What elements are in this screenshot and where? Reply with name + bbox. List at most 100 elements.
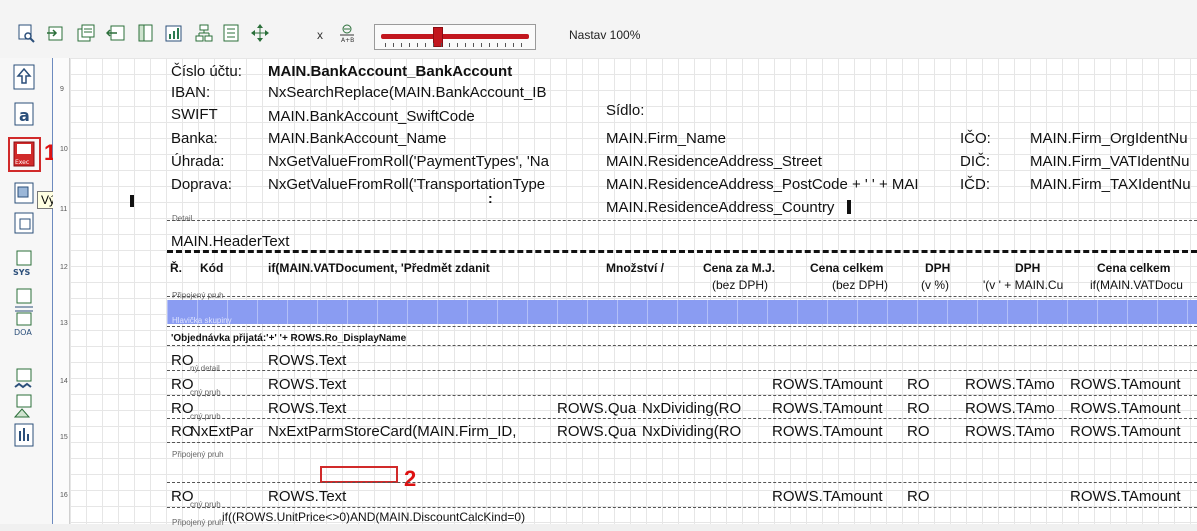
label-banka[interactable]: Banka: [171,130,218,147]
field-bottom-expr[interactable]: if((ROWS.UnitPrice<>0)AND(MAIN.DiscountC… [222,509,525,526]
label-sidlo[interactable]: Sídlo: [606,102,644,119]
field-header-text[interactable]: MAIN.HeaderText [171,233,289,250]
subreport-tool-icon[interactable] [11,208,37,238]
expression-tool-highlight [8,137,41,172]
edit-chart-icon[interactable] [164,22,184,44]
col-dph-pct[interactable]: DPH [925,260,950,277]
col-cena-celkem[interactable]: Cena celkem [810,260,883,277]
report-tree-icon[interactable] [194,22,214,44]
row-amount[interactable]: ROWS.TAmount [772,400,883,417]
row-ro2[interactable]: RO [907,376,930,393]
band-divider [167,395,1197,396]
label-dic[interactable]: DIČ: [960,153,990,170]
col-kod[interactable]: Kód [200,260,223,277]
col-cena-celkem-sub: (bez DPH) [832,278,889,292]
col-cena-za-mj[interactable]: Cena za M.J. [703,260,775,277]
label-icd[interactable]: IČD: [960,176,990,193]
print-preview-icon[interactable] [16,22,36,44]
col-r[interactable]: Ř. [170,260,182,277]
move-icon[interactable] [250,22,270,44]
row-amo[interactable]: ROWS.TAmo [965,400,1055,417]
zoom-slider[interactable] [374,24,536,50]
svg-text:a: a [19,106,30,125]
field-postcode[interactable]: MAIN.ResidenceAddress_PostCode + ' ' + M… [606,176,919,193]
zoom-slider-track [381,34,529,39]
field-country[interactable]: MAIN.ResidenceAddress_Country [606,199,834,216]
col-cena-celkem2[interactable]: Cena celkem [1097,260,1170,277]
zoom-label: Nastav 100% [569,28,641,42]
field-street[interactable]: MAIN.ResidenceAddress_Street [606,153,822,170]
row-amo[interactable]: ROWS.TAmo [965,376,1055,393]
row-ro2[interactable]: RO [907,488,930,505]
callout-2: 2 [404,466,417,491]
import-icon[interactable] [106,22,126,44]
label-doprava[interactable]: Doprava: [171,176,232,193]
field-doprava[interactable]: NxGetValueFromRoll('TransportationType [268,176,545,193]
row-amo[interactable]: ROWS.TAmo [965,423,1055,440]
row-ext1[interactable]: NxExtPar [190,423,253,440]
row-text[interactable]: ROWS.Text [268,352,346,369]
formula-icon[interactable]: A+B [337,22,357,44]
row-ext2[interactable]: NxExtParmStoreCard(MAIN.Firm_ID, [268,423,516,440]
row-div[interactable]: NxDividing(RO [642,400,741,417]
text-tool-icon[interactable]: a [11,98,37,128]
vertical-ruler: 9 10 11 12 13 14 15 16 [53,58,70,524]
shape-tool-icon[interactable] [11,392,37,422]
label-swift[interactable]: SWIFT [171,106,218,123]
barcode-tool-icon[interactable]: DOA [11,310,37,340]
label-uhrada[interactable]: Úhrada: [171,153,224,170]
field-iban[interactable]: NxSearchReplace(MAIN.BankAccount_IB [268,84,546,101]
field-ico[interactable]: MAIN.Firm_OrgIdentNu [1030,130,1188,147]
chart-tool-icon[interactable] [11,420,37,450]
zoom-slider-ticks [385,43,525,47]
band-divider [167,296,1197,297]
col-dph[interactable]: DPH [1015,260,1040,277]
field-banka[interactable]: MAIN.BankAccount_Name [268,130,446,147]
field-uhrada[interactable]: NxGetValueFromRoll('PaymentTypes', 'Na [268,153,549,170]
row-amount[interactable]: ROWS.TAmount [772,423,883,440]
system-tool-icon[interactable]: SYS [11,248,37,278]
band-label-pruh: cný pruh [190,500,221,509]
row-amount2[interactable]: ROWS.TAmount [1070,488,1181,505]
ruler-number: 13 [60,320,68,327]
row-text[interactable]: ROWS.Text [268,376,346,393]
row-qua[interactable]: ROWS.Qua [557,400,636,417]
field-icd[interactable]: MAIN.Firm_TAXIdentNu [1030,176,1191,193]
label-cislo-uctu[interactable]: Číslo účtu: [171,63,242,80]
col-mnozstvi[interactable]: Množství / [606,260,664,277]
resize-handle[interactable]: : [488,190,493,207]
row-amount2[interactable]: ROWS.TAmount [1070,376,1181,393]
row-amount[interactable]: ROWS.TAmount [772,488,883,505]
image-tool-icon[interactable] [11,178,37,208]
row-amount2[interactable]: ROWS.TAmount [1070,400,1181,417]
row-amount2[interactable]: ROWS.TAmount [1070,423,1181,440]
cursor-marker [130,195,134,207]
row-ro2[interactable]: RO [907,400,930,417]
field-bank-account[interactable]: MAIN.BankAccount_BankAccount [268,63,512,80]
band-label-pruh: cný pruh [190,388,221,397]
col-cena-celkem2-sub: if(MAIN.VATDocu [1090,278,1183,292]
row-div[interactable]: NxDividing(RO [642,423,741,440]
properties-icon[interactable] [222,22,242,44]
x-axis-label: x [317,28,323,42]
ruler-number: 15 [60,434,68,441]
label-ico[interactable]: IČO: [960,130,991,147]
ruler-number: 10 [60,146,68,153]
copy-report-icon[interactable] [76,22,96,44]
col-dph-sub: '(v ' + MAIN.Cu [983,278,1064,292]
export-icon[interactable] [46,22,66,44]
pointer-tool-icon[interactable] [11,62,37,92]
row-qua[interactable]: ROWS.Qua [557,423,636,440]
field-dic[interactable]: MAIN.Firm_VATIdentNu [1030,153,1189,170]
field-firm-name[interactable]: MAIN.Firm_Name [606,130,726,147]
row-amount[interactable]: ROWS.TAmount [772,376,883,393]
field-swift[interactable]: MAIN.BankAccount_SwiftCode [268,108,475,125]
label-iban[interactable]: IBAN: [171,84,210,101]
group-header-band[interactable] [167,300,1197,324]
row-ro2[interactable]: RO [907,423,930,440]
ruler-number: 11 [60,206,68,213]
row-text[interactable]: ROWS.Text [268,488,346,505]
col-predmet[interactable]: if(MAIN.VATDocument, 'Předmět zdanit [268,260,490,277]
page-setup-icon[interactable] [136,22,156,44]
row-text[interactable]: ROWS.Text [268,400,346,417]
